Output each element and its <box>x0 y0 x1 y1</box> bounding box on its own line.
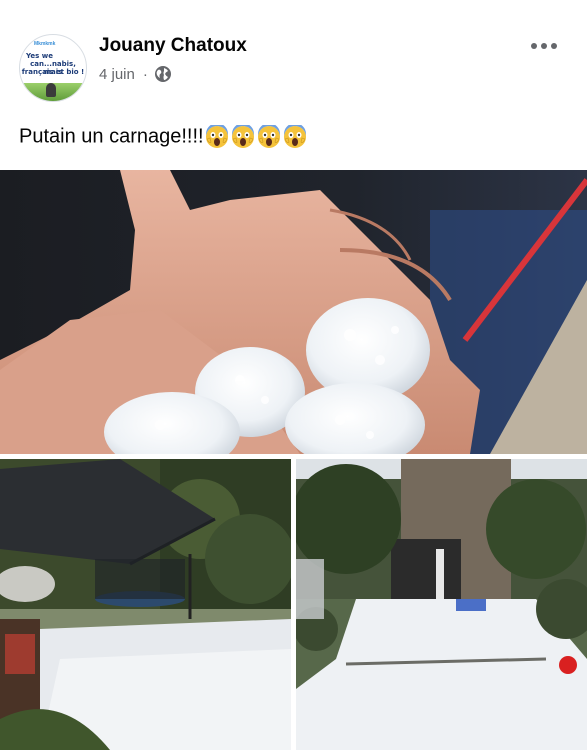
avatar-brand-text: Mkmkmk <box>34 41 56 47</box>
face-screaming-in-fear-icon <box>205 123 229 149</box>
face-screaming-in-fear-icon <box>231 123 255 149</box>
face-screaming-in-fear-icon <box>257 123 281 149</box>
avatar-text-line-3: français et bio ! <box>21 68 85 76</box>
avatar[interactable]: Mkmkmk Yes we can...nabis, mais français… <box>19 34 87 102</box>
hail-covered-garden-trampoline-photo[interactable] <box>0 459 291 750</box>
meta-separator: · <box>142 65 148 83</box>
author-name[interactable]: Jouany Chatoux <box>99 35 247 57</box>
hail-covered-backyard-path-photo[interactable] <box>296 459 587 750</box>
post-text: Putain un carnage!!!! <box>19 123 309 149</box>
emoji-row <box>205 123 309 149</box>
globe-icon[interactable] <box>154 65 172 83</box>
post-text-body: Putain un carnage!!!! <box>19 125 204 148</box>
post-meta: 4 juin · <box>99 64 172 84</box>
more-options-button[interactable] <box>522 32 566 60</box>
post-date[interactable]: 4 juin <box>99 66 135 83</box>
avatar-text-line-1: Yes we <box>26 52 53 60</box>
more-options-icon <box>551 43 557 49</box>
more-options-icon <box>541 43 547 49</box>
hailstones-in-hands-photo[interactable] <box>0 170 587 454</box>
more-options-icon <box>531 43 537 49</box>
face-screaming-in-fear-icon <box>283 123 307 149</box>
post-header: Mkmkmk Yes we can...nabis, mais français… <box>0 0 587 110</box>
avatar-person <box>46 83 56 97</box>
